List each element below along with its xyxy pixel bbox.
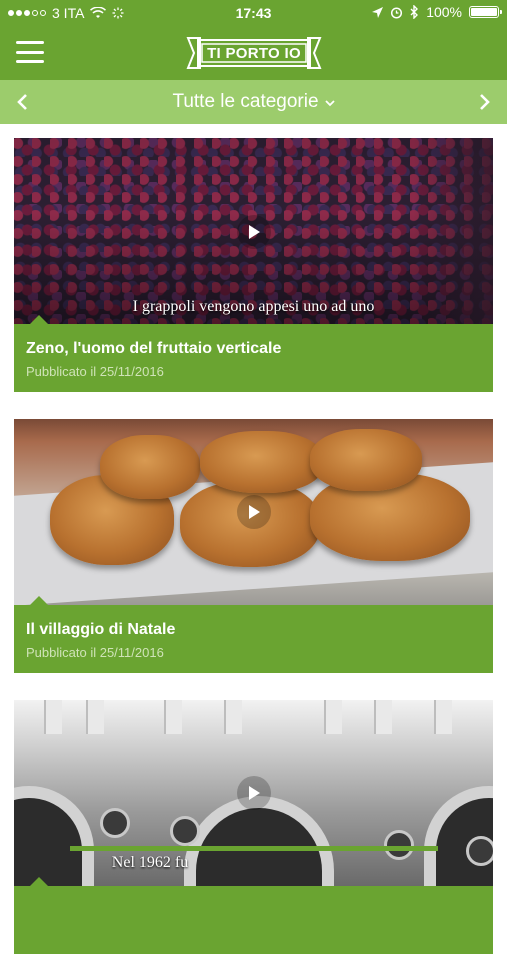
category-selector[interactable]: Tutte le categorie [0, 80, 507, 124]
menu-icon[interactable] [16, 41, 44, 63]
app-logo: TI PORTO IO [184, 36, 324, 70]
bluetooth-icon [410, 5, 419, 19]
video-subtitle: Nel 1962 fu [111, 854, 189, 871]
video-progress-bar [70, 846, 438, 851]
card-date: Pubblicato il 25/11/2016 [26, 645, 164, 660]
battery-percent: 100% [426, 4, 462, 20]
app-header: TI PORTO IO [0, 26, 507, 80]
video-card[interactable]: I grappoli vengono appesi uno ad uno Zen… [14, 138, 493, 392]
status-bar: 3 ITA 17:43 100% [0, 0, 507, 26]
card-caption: Il villaggio di Natale Pubblicato il 25/… [14, 596, 493, 673]
video-card[interactable]: Nel 1962 fu [14, 700, 493, 954]
video-thumbnail[interactable] [14, 419, 493, 605]
card-caption [14, 877, 493, 954]
video-thumbnail[interactable]: Nel 1962 fu [14, 700, 493, 886]
video-card[interactable]: Il villaggio di Natale Pubblicato il 25/… [14, 419, 493, 673]
card-caption: Zeno, l'uomo del fruttaio verticale Pubb… [14, 315, 493, 392]
play-icon[interactable] [237, 215, 271, 249]
battery-icon [469, 6, 502, 18]
category-label: Tutte le categorie [172, 91, 319, 112]
card-date: Pubblicato il 25/11/2016 [26, 364, 164, 379]
logo-text: TI PORTO IO [207, 44, 301, 62]
card-title: Il villaggio di Natale [26, 621, 176, 638]
location-arrow-icon [372, 6, 384, 18]
alarm-icon [391, 6, 403, 19]
chevron-down-icon [324, 99, 335, 106]
card-title: Zeno, l'uomo del fruttaio verticale [26, 340, 282, 357]
next-category-button[interactable] [465, 80, 505, 124]
play-icon[interactable] [237, 495, 271, 529]
play-icon[interactable] [237, 776, 271, 810]
video-subtitle: I grappoli vengono appesi uno ad uno [132, 298, 375, 315]
video-thumbnail[interactable]: I grappoli vengono appesi uno ad uno [14, 138, 493, 324]
category-bar: Tutte le categorie [0, 80, 507, 124]
chevron-right-icon [480, 94, 490, 110]
